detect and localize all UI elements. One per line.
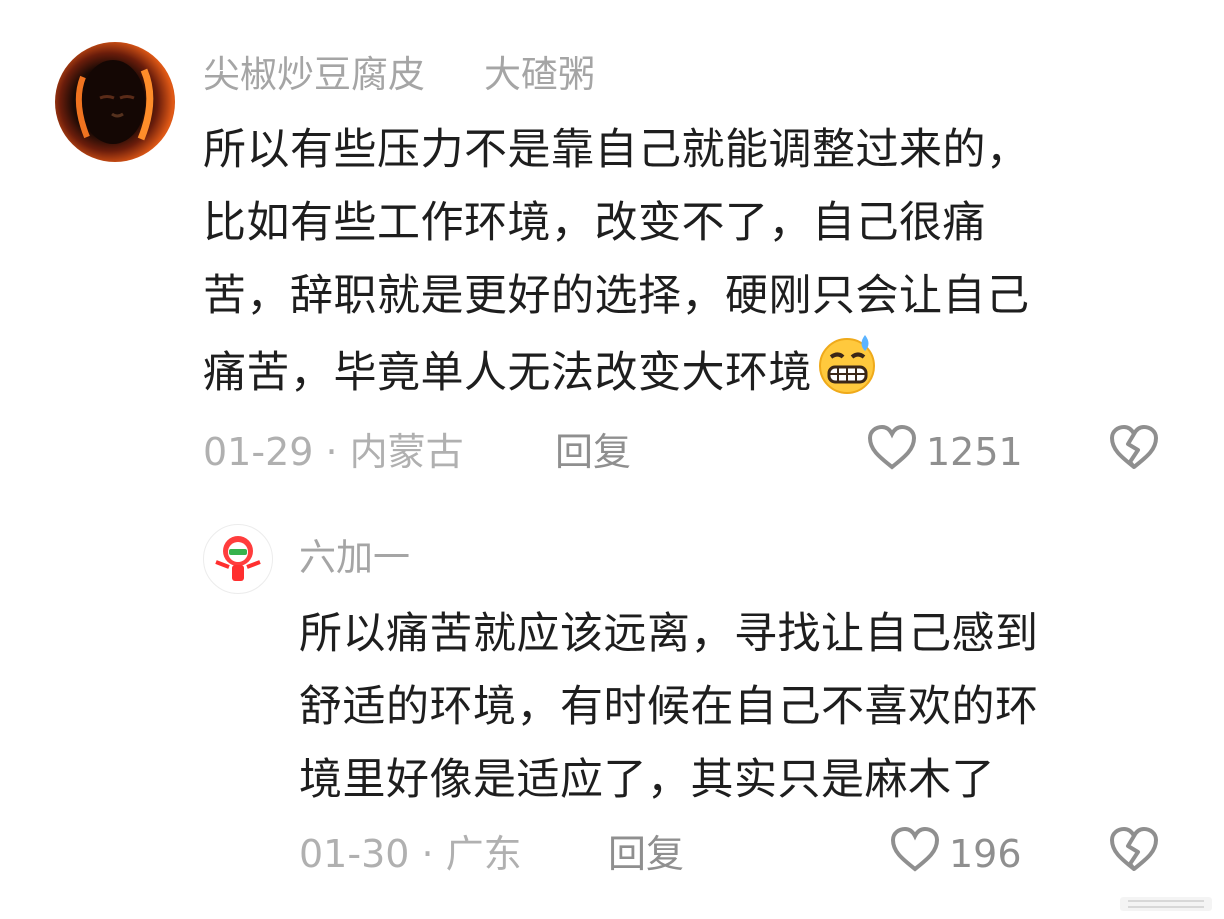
comment-text: 所以痛苦就应该远离，寻找让自己感到 舒适的环境，有时候在自己不喜欢的环 境里好像… — [299, 609, 1039, 805]
heart-outline-icon — [866, 424, 918, 480]
username[interactable]: 尖椒炒豆腐皮 — [203, 53, 425, 97]
watermark-image — [1120, 897, 1212, 911]
comment-meta: 01-30 · 广东 — [299, 832, 522, 876]
comment-text-content: 所以有些压力不是靠自己就能调整过来的， 比如有些工作环境，改变不了，自己很痛 苦… — [203, 125, 1030, 398]
like-count: 196 — [949, 832, 1022, 876]
broken-heart-icon — [1108, 826, 1160, 882]
like-button[interactable]: 1251 — [866, 424, 1023, 480]
dislike-button[interactable] — [1108, 826, 1160, 882]
avatar[interactable] — [55, 42, 175, 162]
dislike-button[interactable] — [1108, 424, 1160, 480]
comment-meta: 01-29 · 内蒙古 — [203, 430, 464, 474]
avatar-image — [205, 526, 271, 592]
reply-button[interactable]: 回复 — [555, 430, 631, 474]
avatar-image — [75, 60, 154, 144]
avatar[interactable] — [203, 524, 273, 594]
like-button[interactable]: 196 — [889, 826, 1022, 882]
user-tag: 大碴粥 — [484, 53, 595, 96]
broken-heart-icon — [1108, 424, 1160, 480]
username[interactable]: 六加一 — [299, 536, 410, 580]
reply-button[interactable]: 回复 — [608, 832, 684, 876]
heart-outline-icon — [889, 826, 941, 882]
comment-text: 所以有些压力不是靠自己就能调整过来的， 比如有些工作环境，改变不了，自己很痛 苦… — [203, 114, 1163, 418]
like-count: 1251 — [926, 430, 1023, 474]
grimacing-sweat-emoji — [814, 333, 884, 418]
